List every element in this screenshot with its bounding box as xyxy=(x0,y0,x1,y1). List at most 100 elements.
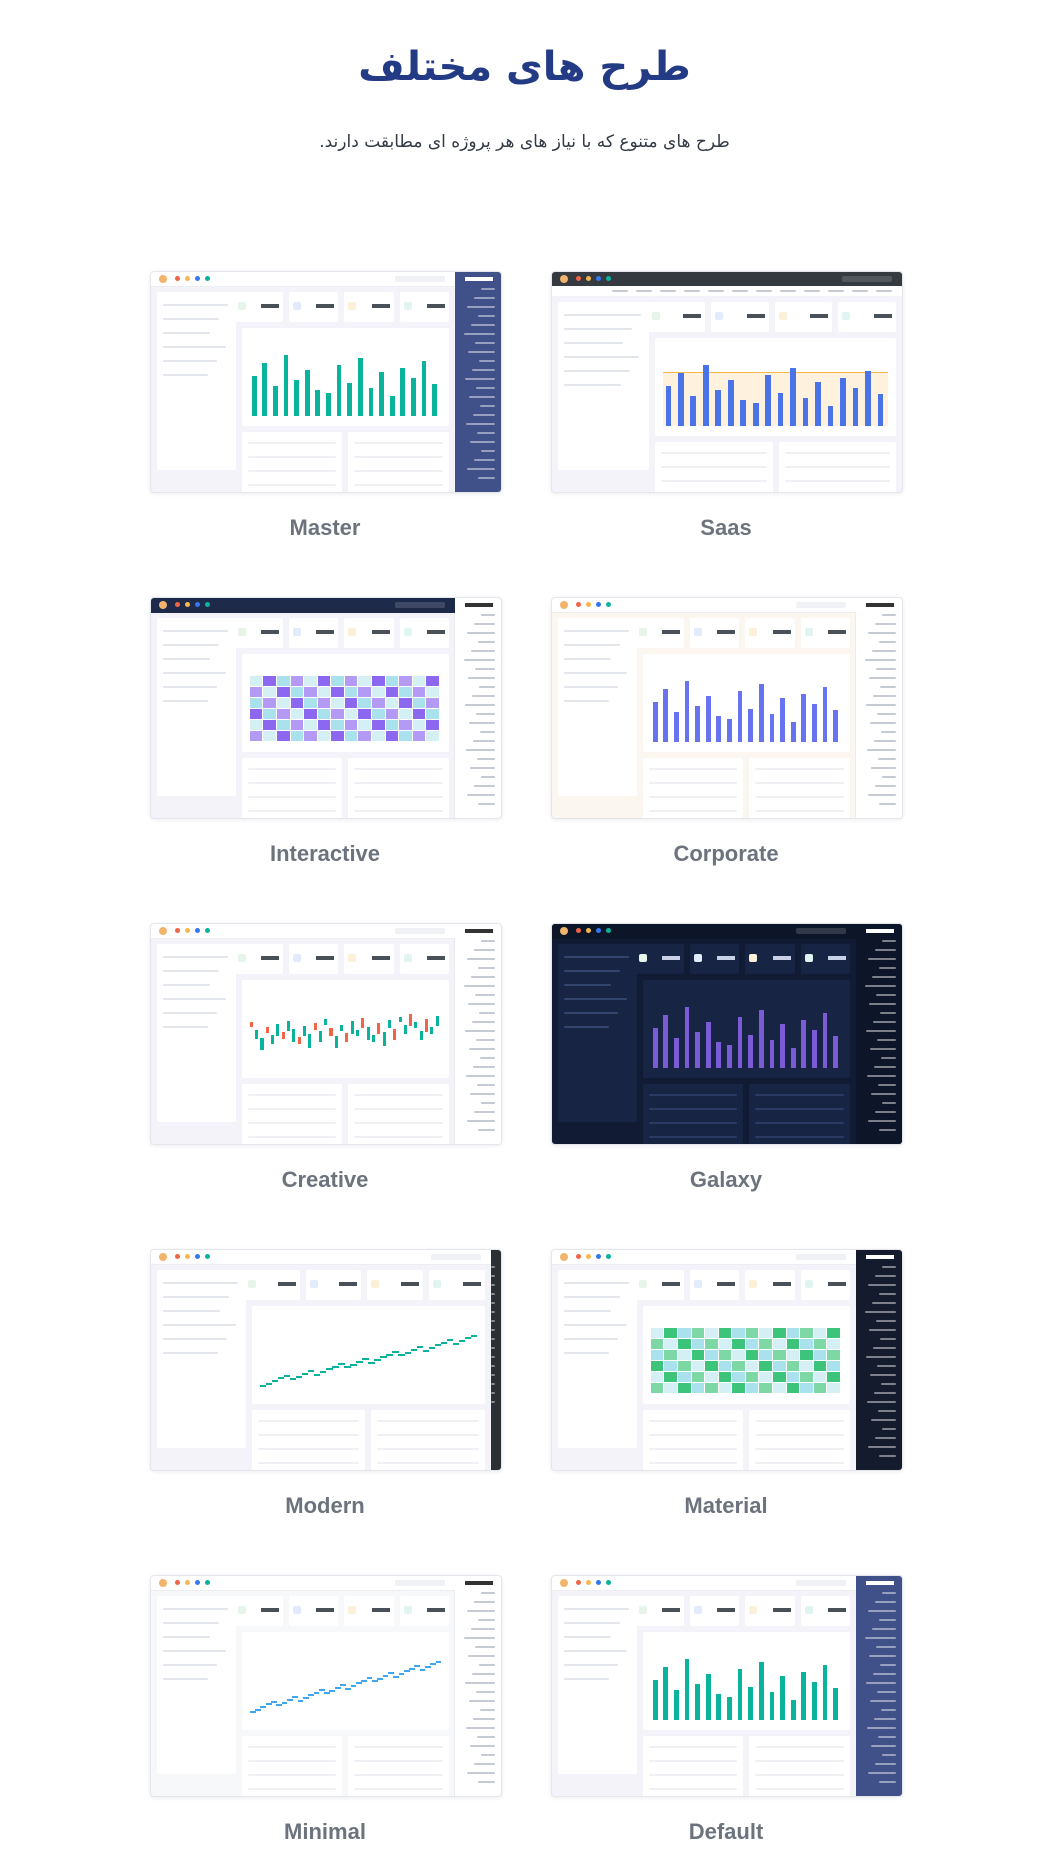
layout-name[interactable]: Galaxy xyxy=(551,1167,901,1193)
layout-preview-material[interactable] xyxy=(551,1249,903,1471)
preview-sidebar-item xyxy=(873,1347,896,1349)
preview-sidebar-item xyxy=(468,351,495,353)
layout-name[interactable]: Interactive xyxy=(150,841,500,867)
preview-line-point xyxy=(422,1349,430,1352)
preview-heat-cell xyxy=(772,1371,786,1382)
preview-stat-card xyxy=(344,1596,394,1626)
preview-sidebar-item xyxy=(473,1066,495,1068)
preview-topbar-icon xyxy=(576,276,581,281)
layout-preview-galaxy[interactable] xyxy=(551,923,903,1145)
preview-sidebar-item xyxy=(866,1356,896,1358)
layout-name[interactable]: Default xyxy=(551,1819,901,1845)
preview-topbar xyxy=(552,598,856,613)
layout-option: Minimal xyxy=(150,1575,502,1845)
preview-chart-bar xyxy=(716,1041,722,1068)
preview-table-row xyxy=(247,442,337,444)
preview-line-point xyxy=(350,1363,357,1366)
preview-heat-cell xyxy=(745,1371,759,1382)
preview-table-card xyxy=(642,758,744,818)
preview-sidebar-item xyxy=(882,1266,896,1268)
preview-stat-card xyxy=(305,1270,362,1300)
preview-table-row xyxy=(247,1774,337,1776)
preview-sidebar-item xyxy=(475,342,495,344)
preview-nav-item xyxy=(780,290,796,292)
layout-preview-interactive[interactable] xyxy=(150,597,502,819)
layout-name[interactable]: Modern xyxy=(150,1493,500,1519)
preview-sidebar-item xyxy=(471,324,495,326)
preview-stat-value xyxy=(717,630,736,634)
preview-heat-cell xyxy=(800,1349,813,1360)
section-title: طرح های مختلف xyxy=(358,44,691,90)
layout-preview-creative[interactable] xyxy=(150,923,502,1145)
preview-chart-bar xyxy=(727,1696,732,1720)
preview-sidebar-item xyxy=(477,758,495,760)
preview-table-row xyxy=(755,1434,844,1436)
preview-sidebar-item xyxy=(491,1293,495,1295)
preview-stat-icon xyxy=(348,302,357,310)
preview-heat-cell xyxy=(813,1328,827,1338)
preview-stat-card xyxy=(367,1270,424,1300)
preview-stat-icon xyxy=(348,1606,357,1614)
preview-sidebar xyxy=(455,272,501,492)
preview-heat-cell xyxy=(249,719,263,730)
preview-search xyxy=(796,602,846,608)
preview-stat-value xyxy=(662,1282,681,1286)
preview-map-card xyxy=(157,292,236,470)
layout-name[interactable]: Creative xyxy=(150,1167,500,1193)
preview-chart-card xyxy=(241,980,449,1078)
preview-sidebar-item xyxy=(865,659,896,661)
preview-chart-bar xyxy=(815,382,821,426)
preview-stat-card xyxy=(745,618,795,648)
preview-heat-cell xyxy=(276,708,290,719)
layout-preview-minimal[interactable] xyxy=(150,1575,502,1797)
preview-stat-value xyxy=(810,314,829,318)
layout-name[interactable]: Material xyxy=(551,1493,901,1519)
preview-avatar xyxy=(560,275,568,283)
layout-preview-saas[interactable] xyxy=(551,271,903,493)
layout-option: Default xyxy=(551,1575,903,1845)
preview-list-line xyxy=(564,644,620,646)
preview-chart-bar xyxy=(790,1700,796,1720)
preview-stat-card xyxy=(745,1270,795,1300)
preview-stat-value xyxy=(277,1282,296,1286)
preview-line-point xyxy=(308,1694,314,1697)
preview-heat-cell xyxy=(650,1338,664,1349)
preview-heat-cell xyxy=(412,676,426,686)
layout-preview-master[interactable] xyxy=(150,271,502,493)
preview-list-line xyxy=(564,1636,611,1638)
layout-name[interactable]: Corporate xyxy=(551,841,901,867)
preview-candle xyxy=(313,1022,317,1031)
preview-candle xyxy=(382,1031,386,1046)
preview-heat-cell xyxy=(371,730,385,741)
preview-stat-value xyxy=(401,1282,420,1286)
preview-sidebar-item xyxy=(467,468,495,470)
preview-table-card xyxy=(241,758,343,818)
preview-sidebar-item xyxy=(472,1673,495,1675)
preview-chart-bar xyxy=(877,394,884,426)
preview-heat-cell xyxy=(759,1349,773,1360)
preview-stat-icon xyxy=(293,1606,302,1614)
preview-list-line xyxy=(163,1650,226,1652)
preview-sidebar-item xyxy=(464,659,495,661)
preview-table-row xyxy=(755,1420,844,1422)
preview-line-point xyxy=(338,1362,345,1365)
preview-list-line xyxy=(564,1664,618,1666)
preview-map-card xyxy=(558,1596,637,1774)
preview-nav-item xyxy=(636,290,652,292)
preview-logo xyxy=(465,277,493,281)
layout-name[interactable]: Master xyxy=(150,515,500,541)
layout-name[interactable]: Saas xyxy=(551,515,901,541)
layout-preview-modern[interactable] xyxy=(150,1249,502,1471)
preview-line-point xyxy=(414,1665,421,1668)
preview-list-line xyxy=(163,1282,238,1284)
preview-line-point xyxy=(404,1351,412,1354)
layout-preview-default[interactable] xyxy=(551,1575,903,1797)
layout-name[interactable]: Minimal xyxy=(150,1819,500,1845)
preview-heat-cell xyxy=(344,719,358,730)
preview-chart-bar xyxy=(368,388,374,416)
layout-preview-corporate[interactable] xyxy=(551,597,903,819)
preview-heat-cell xyxy=(664,1338,678,1349)
preview-heat-cell xyxy=(263,719,277,730)
preview-chart-card xyxy=(642,1632,850,1730)
preview-topbar-icon xyxy=(185,1580,190,1585)
